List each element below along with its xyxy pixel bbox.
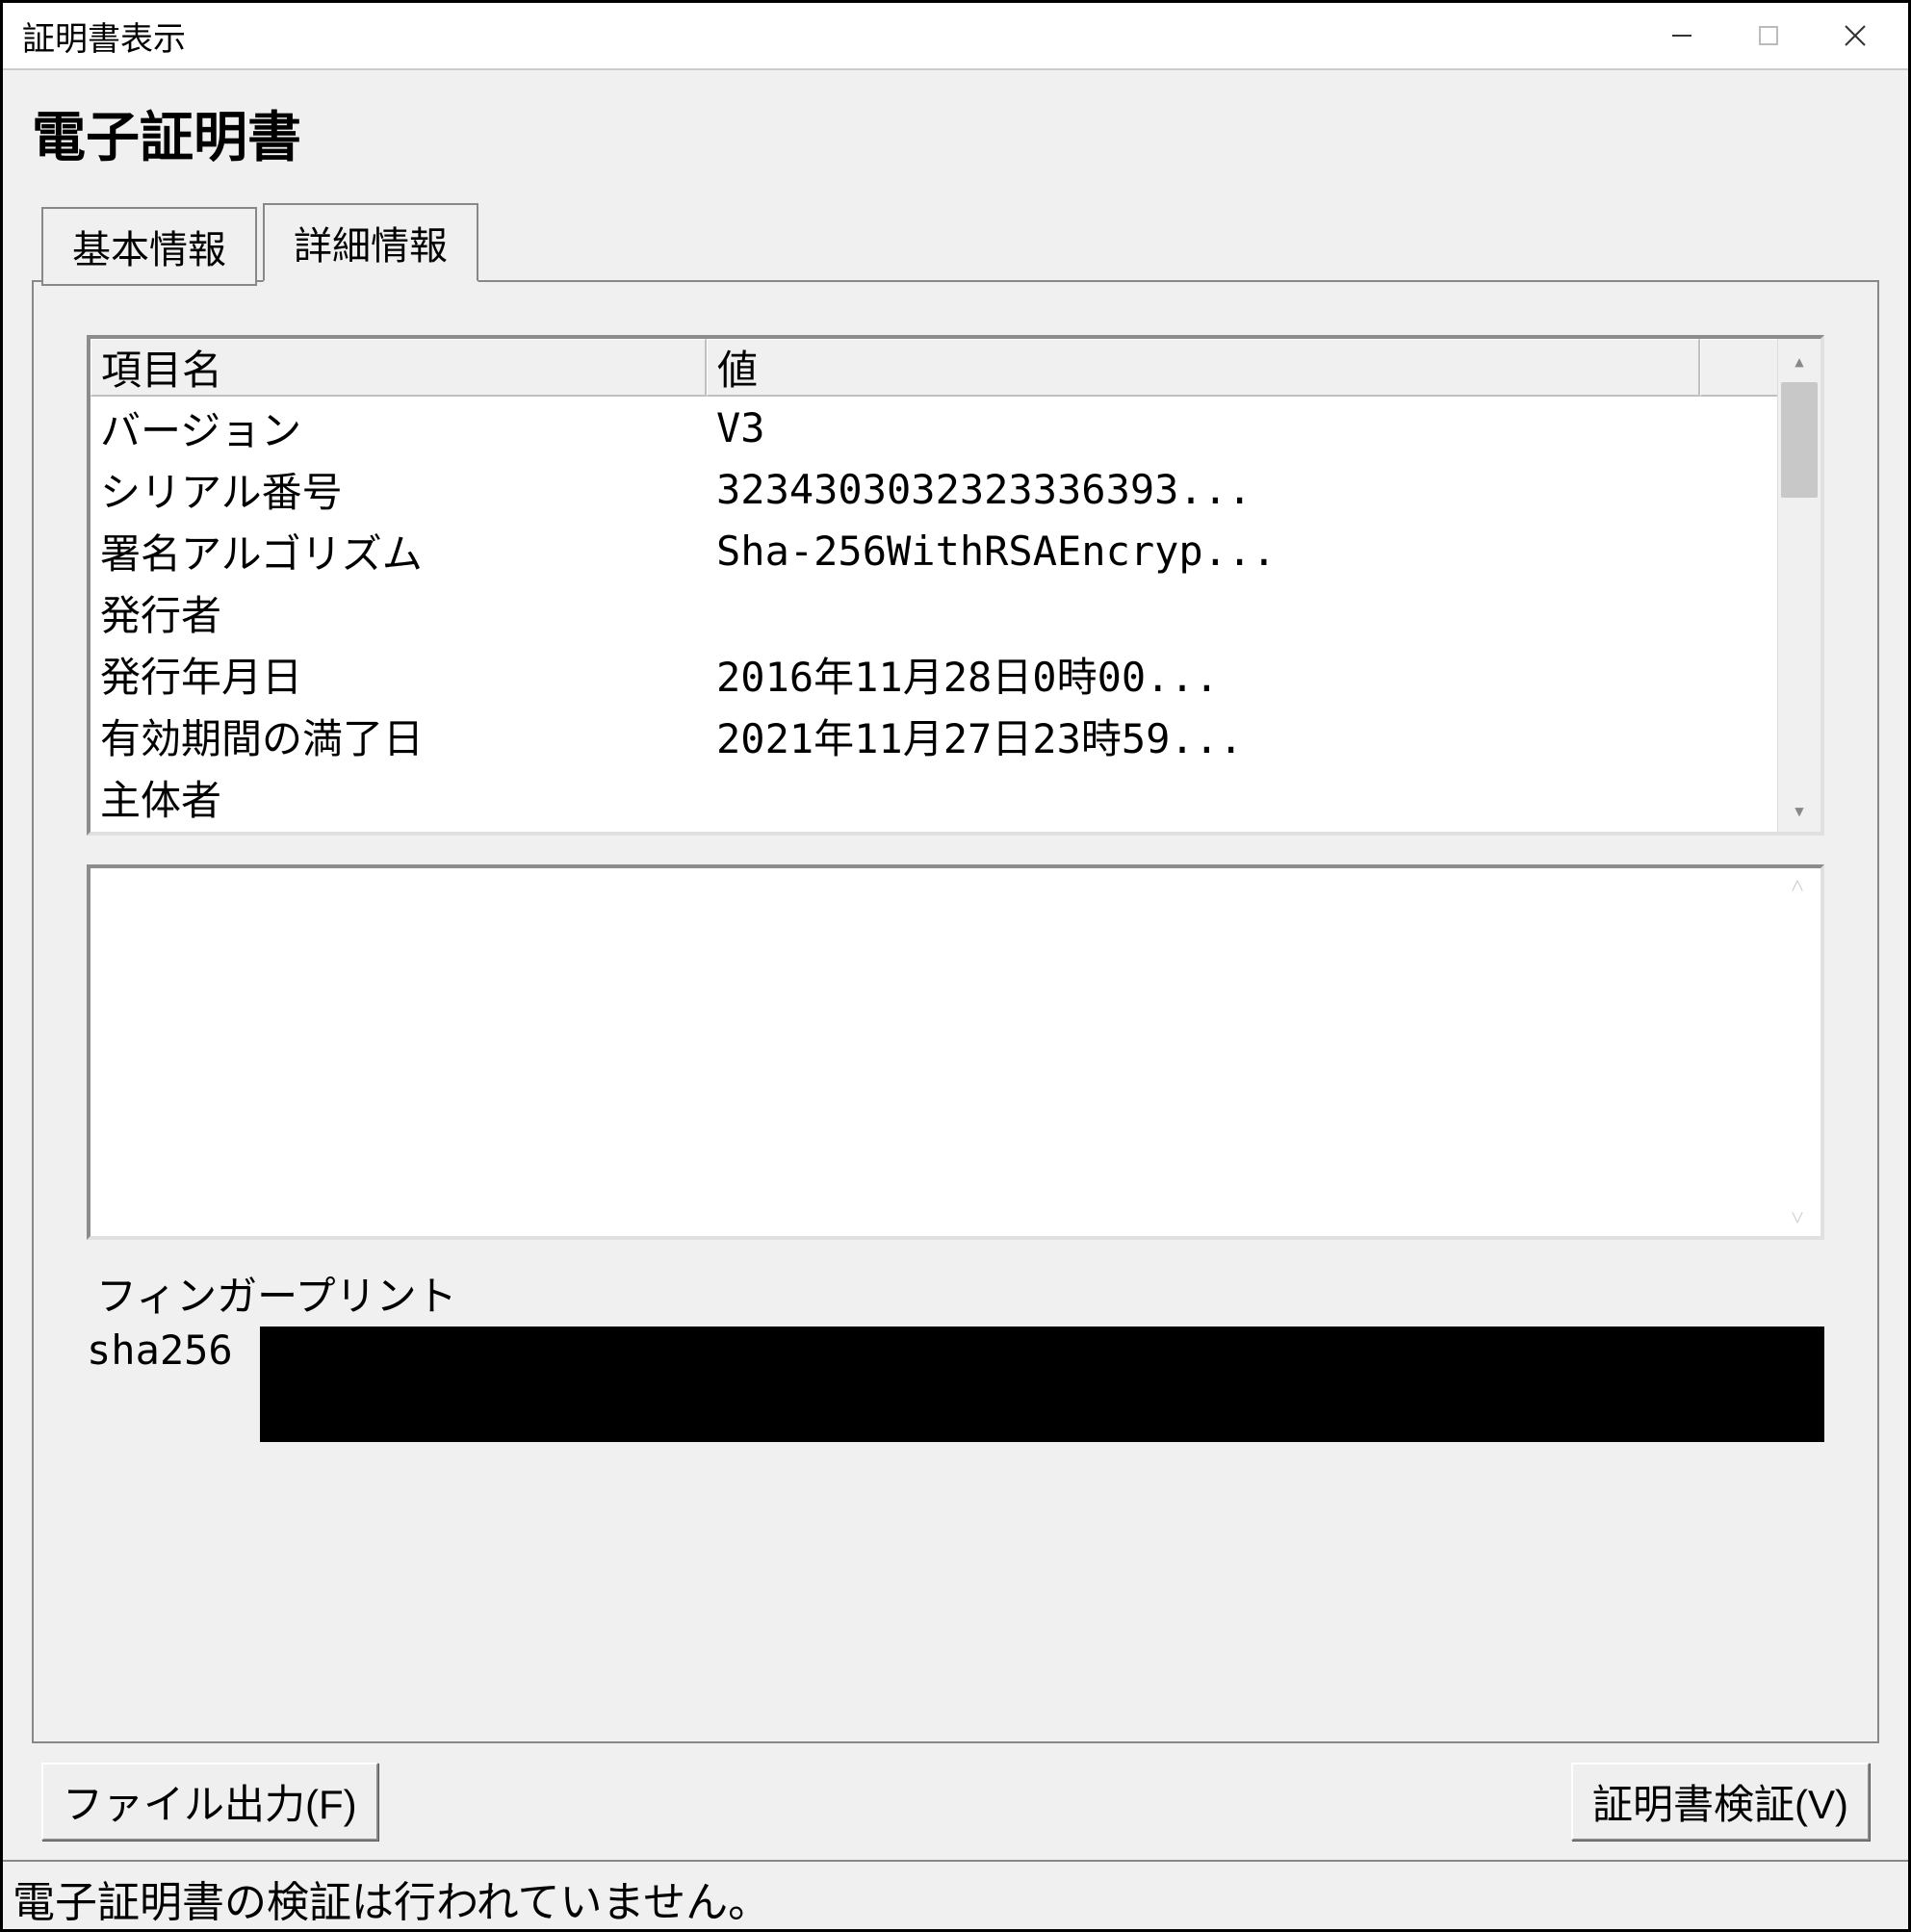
scroll-up-icon: ˄: [1791, 872, 1804, 900]
listview: 項目名 値 バージョンV3シリアル番号3234303032323336393..…: [90, 339, 1777, 832]
cell-field-name: シリアル番号: [90, 460, 707, 519]
scroll-thumb[interactable]: [1781, 382, 1818, 498]
scroll-down-icon[interactable]: ▾: [1778, 788, 1821, 832]
cell-field-value: 2021年11月27日23時59...: [707, 707, 1777, 765]
table-row[interactable]: シリアル番号3234303032323336393...: [90, 458, 1777, 520]
window: 証明書表示 電子証明書 基本情報 詳細情報 項目名 値: [0, 0, 1911, 1932]
cell-field-name: 署名アルゴリズム: [90, 522, 707, 580]
fingerprint-algo: sha256: [87, 1327, 260, 1374]
export-file-button[interactable]: ファイル出力(F): [41, 1763, 378, 1841]
titlebar[interactable]: 証明書表示: [3, 3, 1908, 70]
page-heading: 電子証明書: [32, 94, 1879, 172]
listview-header: 項目名 値: [90, 339, 1777, 397]
table-row[interactable]: 発行年月日2016年11月28日0時00...: [90, 643, 1777, 705]
scroll-track[interactable]: [1778, 382, 1821, 788]
close-button[interactable]: [1812, 7, 1898, 64]
fingerprint-row: sha256: [87, 1327, 1824, 1442]
column-header-name[interactable]: 項目名: [90, 339, 707, 397]
tab-basic-info[interactable]: 基本情報: [41, 207, 257, 286]
listview-scrollbar[interactable]: ▴ ▾: [1777, 339, 1821, 832]
close-icon: [1842, 22, 1869, 49]
table-row[interactable]: 主体者: [90, 766, 1777, 828]
detail-scrollbar[interactable]: ˄ ˅: [1778, 872, 1817, 1232]
cell-field-name: 発行者: [90, 583, 707, 642]
table-row[interactable]: 署名アルゴリズムSha-256WithRSAEncryp...: [90, 520, 1777, 581]
tabpanel-detail: 項目名 値 バージョンV3シリアル番号3234303032323336393..…: [32, 280, 1879, 1743]
window-controls: [1639, 7, 1898, 64]
fingerprint-label: フィンガープリント: [87, 1264, 1824, 1323]
cell-field-value: Sha-256WithRSAEncryp...: [707, 528, 1777, 575]
table-row[interactable]: 有効期間の満了日2021年11月27日23時59...: [90, 705, 1777, 766]
verify-certificate-button[interactable]: 証明書検証(V): [1571, 1763, 1870, 1841]
cell-field-value: 3234303032323336393...: [707, 466, 1777, 513]
cell-field-name: 有効期間の満了日: [90, 707, 707, 765]
cell-field-value: V3: [707, 404, 1777, 451]
certificate-field-list[interactable]: 項目名 値 バージョンV3シリアル番号3234303032323336393..…: [87, 335, 1824, 836]
listview-body: バージョンV3シリアル番号3234303032323336393...署名アルゴ…: [90, 397, 1777, 828]
maximize-button[interactable]: [1725, 7, 1812, 64]
table-row[interactable]: バージョンV3: [90, 397, 1777, 458]
button-row: ファイル出力(F) 証明書検証(V): [32, 1743, 1879, 1850]
window-title: 証明書表示: [22, 13, 1639, 60]
cell-field-name: 主体者: [90, 768, 707, 827]
column-header-value[interactable]: 値: [707, 339, 1700, 397]
content-area: 電子証明書 基本情報 詳細情報 項目名 値 バージョンV3シリアル番号32343…: [3, 70, 1908, 1860]
table-row[interactable]: 発行者: [90, 581, 1777, 643]
fingerprint-section: フィンガープリント sha256: [87, 1264, 1824, 1442]
minimize-icon: [1668, 22, 1695, 49]
status-bar: 電子証明書の検証は行われていません。: [3, 1860, 1908, 1929]
scroll-up-icon[interactable]: ▴: [1778, 339, 1821, 382]
scroll-down-icon: ˅: [1791, 1204, 1804, 1232]
maximize-icon: [1755, 22, 1782, 49]
tab-detail-info[interactable]: 詳細情報: [263, 203, 478, 282]
cell-field-name: 発行年月日: [90, 645, 707, 704]
fingerprint-value-redacted: [260, 1327, 1824, 1442]
tabstrip: 基本情報 詳細情報: [41, 201, 1879, 280]
cell-field-name: バージョン: [90, 399, 707, 457]
minimize-button[interactable]: [1639, 7, 1725, 64]
column-header-spacer: [1700, 339, 1777, 397]
cell-field-value: 2016年11月28日0時00...: [707, 645, 1777, 704]
field-detail-textarea[interactable]: ˄ ˅: [87, 864, 1824, 1240]
